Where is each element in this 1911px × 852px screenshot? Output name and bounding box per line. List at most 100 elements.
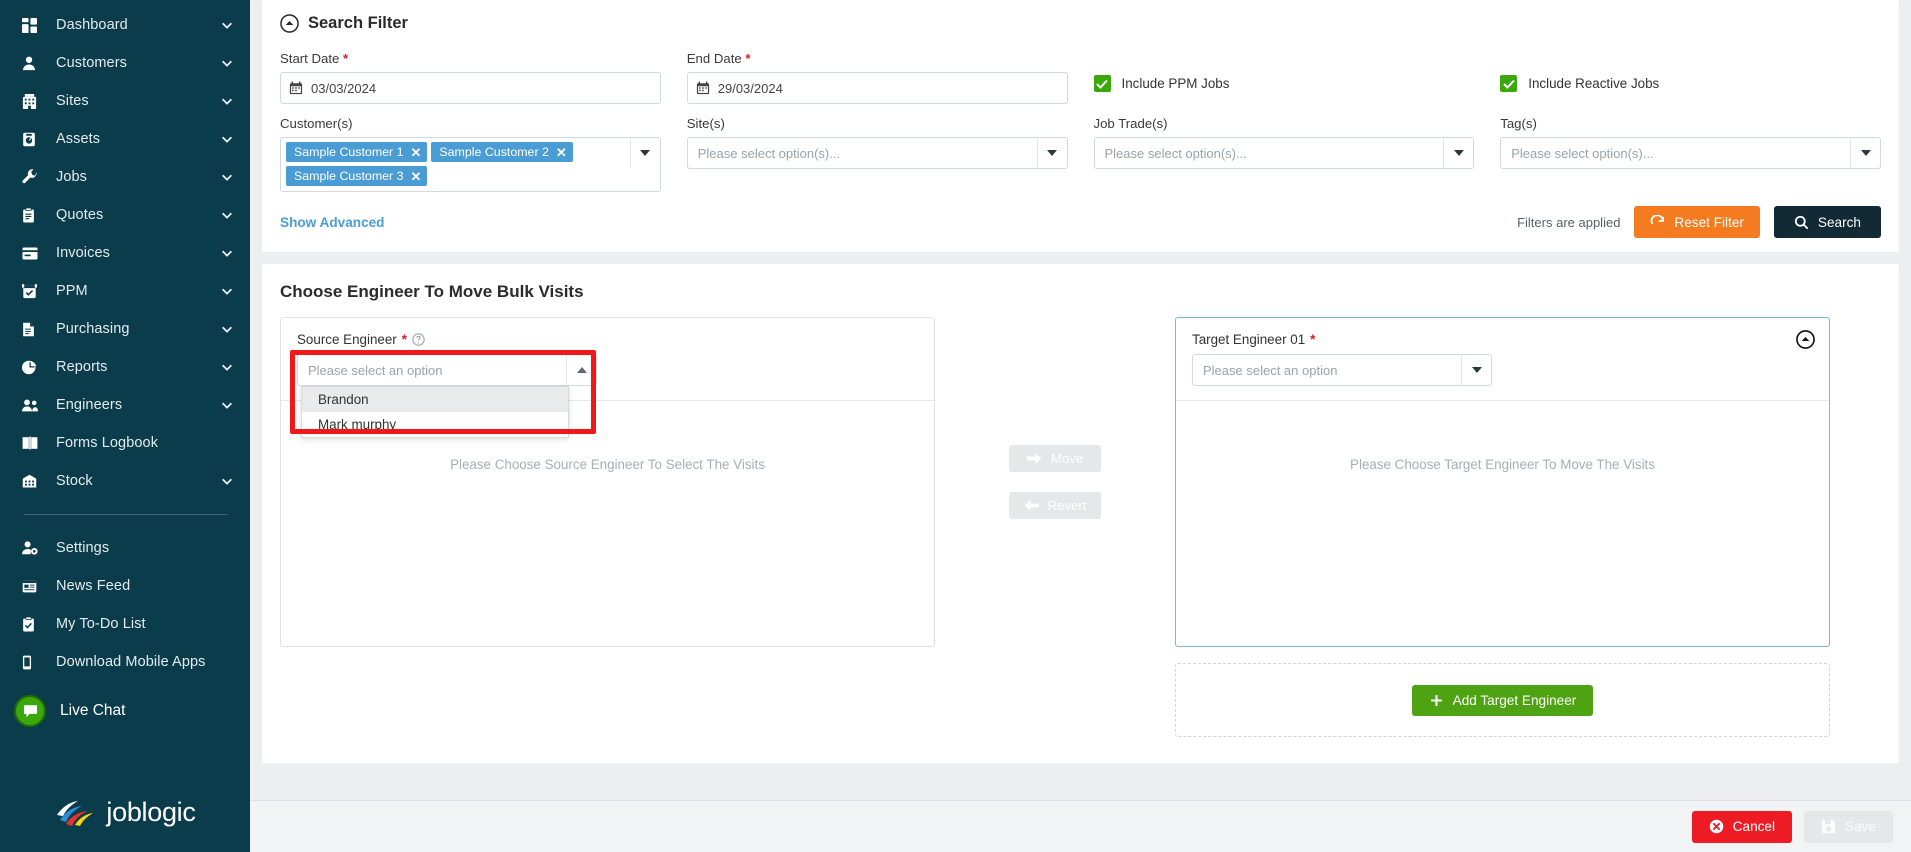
live-chat-button[interactable]: Live Chat (0, 681, 250, 727)
chevron-down-icon (222, 174, 232, 181)
sidebar: Dashboard Customers Sites Assets Jobs Qu… (0, 0, 250, 852)
source-engineer-select[interactable]: Please select an option (297, 354, 597, 386)
sidebar-item-label: News Feed (56, 578, 131, 594)
sidebar-item-ppm[interactable]: PPM (0, 272, 250, 310)
floppy-disk-icon (1821, 819, 1836, 834)
source-engineer-options-list: Brandon Mark murphy (301, 386, 569, 438)
sidebar-item-purchasing[interactable]: Purchasing (0, 310, 250, 348)
dropdown-option[interactable]: Brandon (302, 387, 568, 412)
sidebar-item-assets[interactable]: Assets (0, 120, 250, 158)
chevron-down-icon[interactable] (1443, 138, 1473, 168)
mobile-icon (22, 653, 44, 671)
sidebar-item-sites[interactable]: Sites (0, 82, 250, 120)
search-button[interactable]: Search (1773, 206, 1881, 238)
sidebar-item-news-feed[interactable]: News Feed (0, 567, 250, 605)
job-trades-label: Job Trade(s) (1093, 116, 1168, 131)
brand-logo: joblogic (0, 797, 250, 828)
chevron-down-icon[interactable] (1461, 355, 1491, 385)
filter-row-selects: Customer(s) Sample Customer 1 ✕ Sample C… (280, 116, 1881, 192)
required-asterisk: * (343, 51, 349, 66)
customers-multiselect[interactable]: Sample Customer 1 ✕ Sample Customer 2 ✕ … (280, 137, 661, 192)
start-date-input[interactable]: 03/03/2024 (280, 72, 661, 104)
required-asterisk: * (745, 51, 751, 66)
chevron-down-icon (222, 478, 232, 485)
sidebar-item-download-mobile-apps[interactable]: Download Mobile Apps (0, 643, 250, 681)
sidebar-item-label: Download Mobile Apps (56, 654, 206, 670)
customer-tag[interactable]: Sample Customer 3 ✕ (286, 166, 428, 186)
search-filter-header[interactable]: Search Filter (280, 14, 1881, 33)
chevron-down-icon (222, 364, 232, 371)
sidebar-item-settings[interactable]: Settings (0, 529, 250, 567)
chevron-down-icon (222, 326, 232, 333)
sidebar-item-stock[interactable]: Stock (0, 462, 250, 500)
end-date-label: End Date * (686, 51, 751, 66)
move-section-title: Choose Engineer To Move Bulk Visits (280, 282, 584, 301)
sidebar-item-forms-logbook[interactable]: Forms Logbook (0, 424, 250, 462)
pie-chart-icon (22, 358, 44, 376)
question-circle-icon[interactable] (412, 333, 425, 346)
sidebar-item-reports[interactable]: Reports (0, 348, 250, 386)
remove-tag-icon[interactable]: ✕ (411, 170, 422, 183)
add-target-engineer-button[interactable]: Add Target Engineer (1411, 684, 1594, 716)
revert-button[interactable]: Revert (1009, 492, 1101, 519)
chevron-down-icon (222, 60, 232, 67)
sidebar-item-label: Reports (56, 359, 108, 375)
target-engineer-placeholder: Please select an option (1203, 362, 1338, 378)
remove-tag-icon[interactable]: ✕ (411, 146, 422, 159)
arrow-left-icon (1024, 500, 1039, 511)
chevron-up-circle-icon[interactable] (1796, 330, 1815, 349)
joblogic-swoosh-icon (57, 800, 94, 826)
magnifier-icon (1794, 215, 1809, 229)
sidebar-item-engineers[interactable]: Engineers (0, 386, 250, 424)
cancel-button[interactable]: Cancel (1691, 810, 1793, 843)
sidebar-item-label: Customers (56, 55, 127, 71)
chevron-down-icon[interactable] (1850, 138, 1880, 168)
target-panel-collapse[interactable] (1796, 330, 1815, 354)
page-title: Search Filter (308, 14, 408, 32)
chevron-up-icon[interactable] (566, 355, 596, 385)
sidebar-item-dashboard[interactable]: Dashboard (0, 6, 250, 44)
sidebar-item-label: Engineers (56, 397, 123, 413)
tags-select[interactable]: Please select option(s)... (1500, 137, 1881, 169)
user-gear-icon (22, 539, 44, 557)
sidebar-item-my-todo-list[interactable]: My To-Do List (0, 605, 250, 643)
customer-tag[interactable]: Sample Customer 2 ✕ (431, 142, 573, 162)
move-button-label: Move (1050, 451, 1084, 466)
wrench-icon (22, 168, 44, 186)
dropdown-option[interactable]: Mark murphy (302, 412, 568, 437)
chevron-down-icon (222, 22, 232, 29)
close-circle-icon (1709, 819, 1723, 834)
reset-filter-button[interactable]: Reset Filter (1634, 206, 1760, 238)
chevron-down-icon (222, 98, 232, 105)
sites-select[interactable]: Please select option(s)... (686, 137, 1068, 169)
include-reactive-jobs-checkbox[interactable]: Include Reactive Jobs (1500, 51, 1881, 92)
checkbox-checked-icon (1500, 75, 1518, 92)
sidebar-item-invoices[interactable]: Invoices (0, 234, 250, 272)
sidebar-item-quotes[interactable]: Quotes (0, 196, 250, 234)
target-engineer-select[interactable]: Please select an option (1192, 354, 1492, 386)
sidebar-item-jobs[interactable]: Jobs (0, 158, 250, 196)
checkbox-label: Include Reactive Jobs (1528, 76, 1660, 91)
job-trades-select[interactable]: Please select option(s)... (1093, 137, 1475, 169)
sidebar-item-customers[interactable]: Customers (0, 44, 250, 82)
chevron-down-icon[interactable] (1036, 138, 1067, 168)
filter-buttons: Filters are applied Reset Filter Search (1517, 206, 1881, 238)
checkbox-checked-icon (1093, 75, 1111, 92)
required-asterisk: * (1310, 332, 1316, 347)
warehouse-icon (22, 472, 44, 490)
chevron-down-icon[interactable] (629, 138, 660, 168)
show-advanced-link[interactable]: Show Advanced (280, 215, 385, 230)
include-ppm-jobs-checkbox[interactable]: Include PPM Jobs (1093, 51, 1475, 92)
add-target-engineer-box: Add Target Engineer (1175, 663, 1830, 737)
end-date-input[interactable]: 29/03/2024 (686, 72, 1068, 104)
move-button[interactable]: Move (1009, 445, 1101, 472)
sidebar-item-label: Quotes (56, 207, 104, 223)
customer-tag[interactable]: Sample Customer 1 ✕ (286, 142, 428, 162)
chevron-down-icon (222, 288, 232, 295)
chevron-up-circle-icon[interactable] (280, 14, 299, 33)
clipboard-icon (22, 206, 44, 224)
reset-filter-label: Reset Filter (1674, 214, 1744, 230)
save-button[interactable]: Save (1804, 810, 1893, 843)
remove-tag-icon[interactable]: ✕ (556, 146, 567, 159)
arrow-right-icon (1026, 453, 1042, 464)
